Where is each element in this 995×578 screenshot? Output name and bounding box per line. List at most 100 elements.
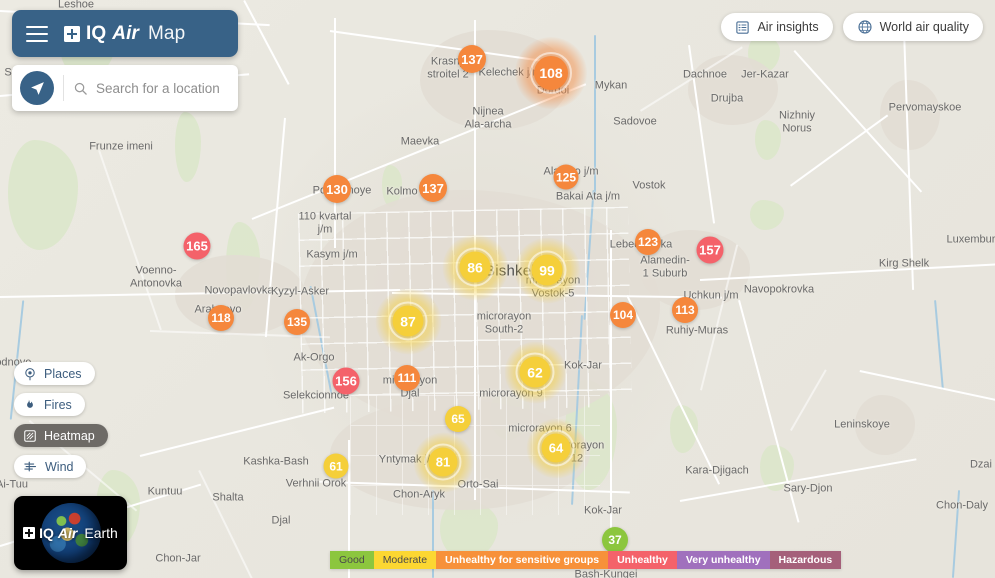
- search-bar: [12, 65, 238, 111]
- aqi-marker[interactable]: 61: [324, 454, 349, 479]
- aqi-value: 87: [400, 313, 416, 329]
- legend-segment[interactable]: Very unhealthy: [677, 551, 770, 569]
- wind-icon: [23, 459, 38, 474]
- legend-segment[interactable]: Unhealthy for sensitive groups: [436, 551, 608, 569]
- layer-toggle-places[interactable]: Places: [14, 362, 95, 385]
- aqi-marker[interactable]: 113: [672, 297, 698, 323]
- urban-area: [688, 55, 778, 125]
- aqi-value: 137: [461, 52, 483, 67]
- search-input[interactable]: [96, 81, 228, 96]
- aqi-marker[interactable]: 118: [208, 305, 234, 331]
- map-place-label: Ruhiy-Muras: [666, 325, 728, 338]
- aqi-marker[interactable]: 37: [602, 527, 628, 553]
- landuse-area: [755, 120, 781, 160]
- map-place-label: Navopokrovka: [744, 284, 814, 297]
- aqi-value: 137: [422, 181, 444, 196]
- app-brand[interactable]: IQAirMap: [64, 23, 185, 45]
- aqi-value: 165: [186, 239, 208, 254]
- map-place-label: Mykan: [595, 80, 627, 93]
- aqi-value: 61: [329, 459, 342, 473]
- aqi-value: 62: [527, 364, 543, 380]
- river: [594, 35, 596, 195]
- top-right-controls: Air insights World air quality: [721, 13, 983, 41]
- air-insights-button[interactable]: Air insights: [721, 13, 832, 41]
- earth-brand-iq: IQ: [39, 525, 54, 541]
- map-place-label: Bakai Ata j/m: [556, 191, 620, 204]
- aqi-marker[interactable]: 86: [460, 252, 491, 283]
- layer-toggle-heatmap[interactable]: Heatmap: [14, 424, 108, 447]
- map-place-label: Shalta: [212, 492, 243, 505]
- brand-iq: IQ: [86, 23, 106, 45]
- river: [952, 490, 960, 578]
- aqi-value: 125: [556, 170, 576, 184]
- aqi-value: 157: [699, 243, 721, 258]
- road: [903, 30, 914, 290]
- aqi-marker[interactable]: 99: [532, 255, 563, 286]
- road: [626, 295, 720, 485]
- aqi-marker[interactable]: 108: [534, 56, 568, 90]
- landuse-area: [750, 200, 784, 230]
- world-air-quality-label: World air quality: [880, 20, 969, 34]
- aqi-marker[interactable]: 123: [635, 229, 661, 255]
- road: [140, 407, 335, 457]
- air-quality-map-app: LeshoeStbachcheskoeFrunze imeniVoenno- A…: [0, 0, 995, 578]
- layer-label-fires: Fires: [44, 398, 72, 412]
- navigation-arrow-icon: [29, 80, 46, 97]
- aqi-value: 108: [539, 65, 562, 81]
- brand-air: Air: [112, 23, 139, 45]
- aqi-marker[interactable]: 64: [542, 434, 571, 463]
- aqi-marker[interactable]: 137: [419, 174, 447, 202]
- layer-toggle-fires[interactable]: Fires: [14, 393, 85, 416]
- heatmap-icon: [23, 429, 37, 443]
- map-place-label: Dzai: [970, 459, 992, 472]
- aqi-marker[interactable]: 87: [393, 306, 424, 337]
- aqi-marker[interactable]: 137: [458, 45, 486, 73]
- aqi-marker[interactable]: 111: [394, 365, 420, 391]
- map-place-label: Luxembur: [947, 234, 995, 247]
- map-place-label: Kara-Djigach: [685, 465, 749, 478]
- aqi-value: 156: [335, 374, 357, 389]
- aqi-value: 99: [539, 262, 555, 278]
- map-place-label: Kashka-Bash: [243, 456, 308, 469]
- aqi-marker[interactable]: 81: [429, 448, 458, 477]
- earth-brand-air: Air: [58, 525, 77, 541]
- aqi-marker[interactable]: 62: [520, 357, 551, 388]
- aqi-marker[interactable]: 130: [323, 175, 351, 203]
- locate-me-button[interactable]: [20, 71, 54, 105]
- place-pin-icon: [23, 367, 37, 381]
- legend-segment[interactable]: Hazardous: [770, 551, 842, 569]
- top-left-panel: IQAirMap: [12, 10, 238, 111]
- aqi-value: 118: [211, 311, 230, 325]
- globe-grid-icon: [857, 19, 873, 35]
- legend-segment[interactable]: Good: [330, 551, 374, 569]
- map-place-label: Nizhniy Norus: [779, 109, 815, 134]
- aqi-value: 65: [451, 412, 464, 426]
- aqi-marker[interactable]: 65: [445, 406, 471, 432]
- app-titlebar: IQAirMap: [12, 10, 238, 57]
- road: [790, 114, 888, 186]
- hamburger-menu-icon[interactable]: [26, 26, 48, 42]
- aqi-marker[interactable]: 156: [333, 368, 360, 395]
- layer-toggle-group: Places Fires Heatmap: [14, 362, 108, 478]
- earth-brand-earth: Earth: [84, 525, 117, 541]
- map-place-label: Sadovoe: [613, 116, 656, 129]
- iqair-logo-icon: [23, 527, 35, 539]
- aqi-value: 123: [638, 235, 658, 249]
- aqi-marker[interactable]: 165: [184, 233, 211, 260]
- aqi-marker[interactable]: 157: [697, 237, 724, 264]
- world-air-quality-button[interactable]: World air quality: [843, 13, 983, 41]
- iqair-earth-card[interactable]: IQAir Earth: [14, 496, 127, 570]
- aqi-marker[interactable]: 104: [610, 302, 636, 328]
- iqair-earth-label: IQAir Earth: [23, 525, 118, 541]
- aqi-marker[interactable]: 125: [554, 165, 579, 190]
- aqi-value: 64: [549, 441, 563, 456]
- aqi-marker[interactable]: 135: [284, 309, 310, 335]
- magnifier-icon: [73, 81, 88, 96]
- legend-segment[interactable]: Unhealthy: [608, 551, 677, 569]
- road: [98, 150, 161, 330]
- legend-segment[interactable]: Moderate: [374, 551, 436, 569]
- layer-toggle-wind[interactable]: Wind: [14, 455, 86, 478]
- river: [934, 300, 944, 390]
- aqi-value: 111: [398, 371, 417, 385]
- layer-label-places: Places: [44, 367, 82, 381]
